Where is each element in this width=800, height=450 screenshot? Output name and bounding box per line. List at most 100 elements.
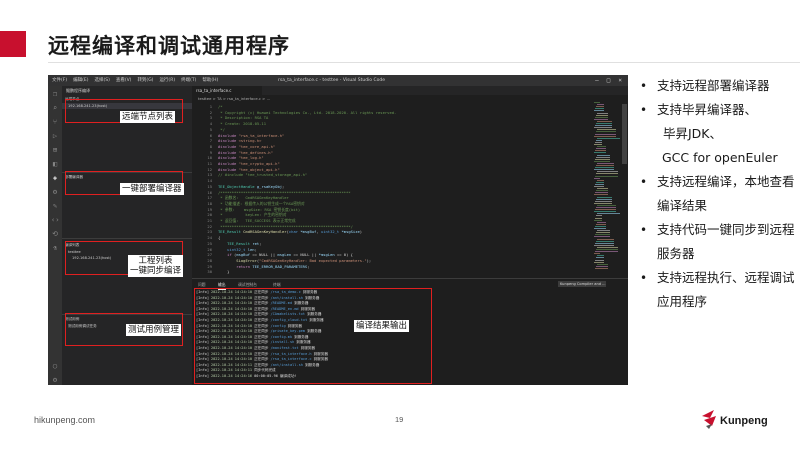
code-token: == NULL || [252, 252, 278, 258]
minimap-line [596, 181, 604, 183]
code-token: <string.h> [238, 138, 262, 144]
minimap-line [596, 114, 608, 116]
code-line[interactable]: 20 * keyLen: 产生的密钥对 [192, 212, 286, 217]
code-token: #include [218, 161, 239, 166]
minimap-line [594, 144, 602, 145]
history-icon[interactable]: ⟲ [51, 230, 59, 238]
minimap-line [594, 186, 604, 187]
code-line[interactable]: 18 * 功能描述: 根据传入的公钥生成一个RSA密钥对 [192, 200, 305, 206]
chat-icon[interactable]: ✎ [51, 202, 59, 210]
code-line[interactable]: 12 #include "tee_object_api.h" [192, 166, 280, 172]
minimap-line [596, 131, 616, 133]
minimap-line [596, 106, 604, 108]
menu-item[interactable]: 运行(R) [159, 75, 175, 86]
line-number: 26 [207, 246, 212, 252]
code-line[interactable]: 11 #include "tee_crypto_api.h" [192, 161, 279, 166]
menu-item[interactable]: 终端(T) [181, 75, 196, 86]
code-line[interactable]: 23 TEE_Result CmdRSAGenKeyHandler(char *m… [192, 229, 362, 234]
code-line[interactable]: 29 return TEE_ERROR_BAD_PARAMETERS; [192, 264, 309, 269]
code-line[interactable]: 17 * 函数名: CmdRSAGenKeyHandler [192, 195, 288, 200]
bullet-item: • 支持远程部署编译器 [640, 74, 800, 98]
code-line[interactable]: 15 TEE_ObjectHandle g_rsaKeyObj; [192, 184, 284, 189]
run-debug-icon[interactable]: ▷ [51, 132, 59, 140]
minimize-icon[interactable]: – [595, 75, 599, 86]
test-icon[interactable]: ⚗ [51, 244, 59, 252]
code-line[interactable]: 8 #include "tee_core_api.h" [192, 144, 275, 149]
code-token: * 功能描述: 根据传入的公钥生成一个RSA密钥对 [218, 200, 305, 206]
minimap[interactable] [594, 102, 620, 278]
code-line[interactable]: 30 } [192, 269, 229, 274]
code-line[interactable]: 24 { [192, 235, 220, 240]
code-token: len [247, 246, 255, 252]
code-line[interactable]: 3 * Description: RSA TA [192, 115, 269, 120]
bullet-subitem: 毕昇JDK、 [663, 126, 723, 141]
tools-icon[interactable]: ⚙ [51, 188, 59, 196]
code-token: ; [282, 183, 285, 189]
code-line[interactable]: 10 #include "tee_log.h" [192, 155, 263, 160]
minimap-line [596, 249, 618, 250]
code-line[interactable]: 1 /* [192, 104, 223, 109]
line-number: 6 [209, 132, 212, 138]
highlight-output [194, 288, 432, 384]
code-token: * Copyright (c) Huawei Technologies Co.,… [218, 109, 397, 115]
minimap-line [595, 158, 610, 160]
menu-item[interactable]: 文件(F) [52, 75, 67, 86]
settings-gear-icon[interactable]: ⚙ [51, 376, 59, 384]
code-line[interactable]: 6 #include "rsa_ta_interface.h" [192, 132, 285, 138]
code-line[interactable]: 9 #include "tee_defines.h" [192, 150, 273, 155]
code-token: msgLen [277, 252, 294, 258]
code-icon[interactable]: ‹› [51, 216, 59, 224]
menu-item[interactable]: 帮助(H) [202, 75, 218, 86]
kunpeng-icon[interactable]: ◈ [51, 174, 59, 182]
minimap-line [596, 139, 602, 141]
code-line[interactable]: 26 uint32_t len; [192, 246, 256, 252]
account-icon[interactable]: ◯ [51, 362, 59, 370]
code-line[interactable]: 5 */ [192, 127, 225, 132]
code-line[interactable]: 7 #include <string.h> [192, 138, 262, 144]
code-line[interactable]: 4 * Create: 2018-05-11 [192, 121, 266, 126]
code-token: TEE_Result [227, 240, 253, 246]
menu-item[interactable]: 编辑(E) [73, 75, 88, 86]
minimap-line [597, 104, 604, 106]
code-line[interactable]: 28 SLogError("CmdRSAGenKeyHandler: Bad e… [192, 258, 371, 263]
code-editor[interactable]: 1/* 2 * Copyright (c) Huawei Technologies… [192, 102, 628, 278]
minimap-line [597, 221, 606, 223]
tab-rsa-ta-interface[interactable]: rsa_ta_interface.c [192, 86, 262, 95]
minimap-line [595, 242, 614, 244]
breadcrumb[interactable]: testtee > TA > rsa_ta_interface.c > ... [192, 95, 628, 102]
code-line[interactable]: 27 if (msgBuf == NULL || msgLen == NULL … [192, 252, 353, 257]
code-token: #include [218, 138, 239, 144]
code-line[interactable]: 2 * Copyright (c) Huawei Technologies Co… [192, 109, 397, 115]
label-remote-nodes: 远端节点列表 [120, 111, 176, 123]
extensions-icon[interactable]: ⊞ [51, 146, 59, 154]
label-tests: 测试用例管理 [126, 324, 182, 336]
editor-scrollbar[interactable] [622, 104, 627, 164]
feature-bullets: • 支持远程部署编译器 • 支持毕昇编译器、 毕昇JDK、 GCC for openEul… [640, 74, 800, 314]
code-token: "tee_object_api.h" [238, 166, 280, 172]
remote-icon[interactable]: ◧ [51, 160, 59, 168]
source-control-icon[interactable]: ⑂ [51, 118, 59, 126]
code-line[interactable]: 16 /*************************************… [192, 190, 350, 195]
minimap-line [595, 133, 616, 135]
menu-item[interactable]: 选择(S) [94, 75, 109, 86]
minimap-line [596, 232, 610, 234]
line-number: 13 [207, 172, 212, 178]
code-line[interactable]: 22 *************************************… [192, 224, 352, 229]
code-line[interactable]: 13 // #include "tee_trusted_storage_api.h… [192, 172, 307, 177]
code-line[interactable]: 19 * 参数: msgSize: RSA 密钥长度(bit) [192, 207, 300, 212]
code-line[interactable]: 21 * 返回值: TEE_SUCCESS 表示正常完成 [192, 218, 295, 223]
explorer-icon[interactable]: ❐ [51, 90, 59, 98]
search-icon[interactable]: ⌕ [51, 104, 59, 112]
code-token: TEE_Result [218, 229, 244, 235]
close-icon[interactable]: × [618, 75, 622, 86]
output-channel-select[interactable]: Kunpeng Compiler and ... [558, 281, 606, 287]
code-line[interactable]: 14 [192, 178, 218, 183]
code-line[interactable]: 25 TEE_Result ret; [192, 241, 261, 246]
page-number: 19 [395, 415, 404, 424]
minimap-line [595, 251, 618, 253]
sidebar-divider [62, 238, 192, 239]
menu-item[interactable]: 查看(V) [116, 75, 132, 86]
menu-item[interactable]: 转到(G) [137, 75, 153, 86]
maximize-icon[interactable]: □ [607, 75, 611, 86]
